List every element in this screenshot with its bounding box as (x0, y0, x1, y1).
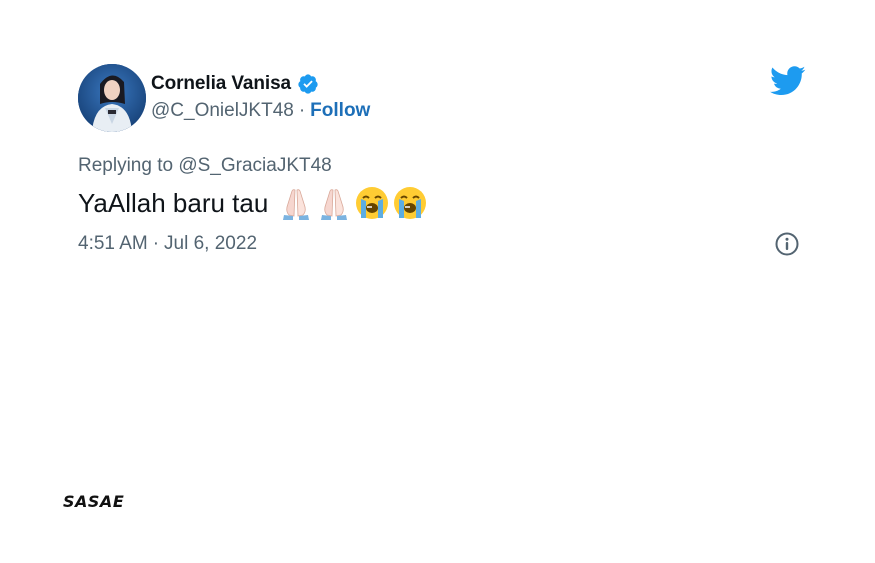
emoji-row (278, 185, 428, 221)
folded-hands-emoji-icon (278, 185, 314, 221)
folded-hands-emoji-icon (316, 185, 352, 221)
display-name[interactable]: Cornelia Vanisa (151, 73, 291, 95)
user-handle[interactable]: @C_OnielJKT48 (151, 100, 294, 122)
tweet-text: YaAllah baru tau (78, 184, 806, 222)
name-block: Cornelia Vanisa @C_OnielJKT48 · Follow (151, 72, 370, 122)
avatar[interactable] (78, 64, 146, 132)
tweet-time[interactable]: 4:51 AM (78, 233, 148, 255)
display-name-row: Cornelia Vanisa (151, 72, 370, 96)
separator-dot: · (152, 233, 160, 254)
twitter-bird-icon[interactable] (770, 66, 806, 96)
info-icon[interactable] (774, 231, 800, 257)
tweet-header: Cornelia Vanisa @C_OnielJKT48 · Follow (78, 62, 806, 134)
tweet-body: YaAllah baru tau (78, 187, 269, 218)
loudly-crying-face-emoji-icon (392, 185, 428, 221)
loudly-crying-face-emoji-icon (354, 185, 390, 221)
handle-row: @C_OnielJKT48 · Follow (151, 100, 370, 122)
reply-to-handle[interactable]: @S_GraciaJKT48 (178, 155, 331, 176)
tweet-card: Cornelia Vanisa @C_OnielJKT48 · Follow R (78, 62, 806, 257)
tweet-meta-row: 4:51 AM · Jul 6, 2022 (78, 231, 806, 257)
sasae-watermark-logo: SASAE (63, 492, 125, 511)
tweet-date[interactable]: Jul 6, 2022 (164, 233, 257, 255)
replying-to-line: Replying to @S_GraciaJKT48 (78, 155, 806, 177)
follow-button[interactable]: Follow (310, 100, 370, 122)
verified-badge-icon (297, 73, 319, 95)
reply-prefix: Replying to (78, 155, 174, 176)
separator-dot: · (298, 100, 306, 121)
